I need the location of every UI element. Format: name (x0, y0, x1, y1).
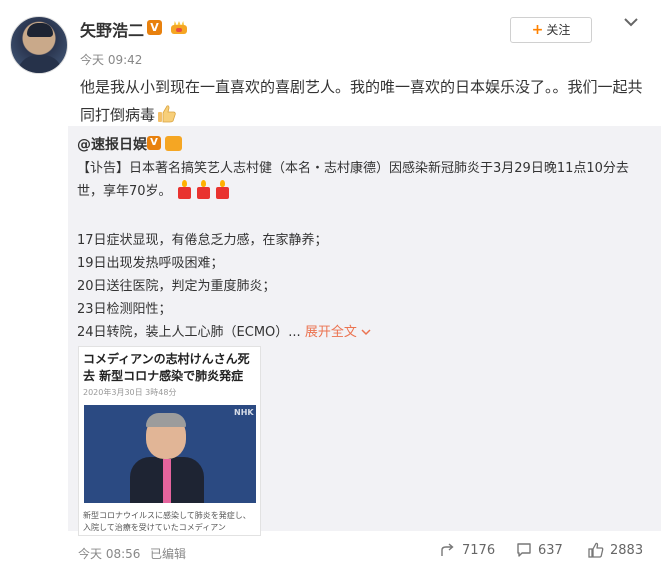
vip-crown-icon (170, 19, 188, 36)
repost-timestamp[interactable]: 今天 08:56 (78, 545, 140, 562)
chevron-down-icon[interactable] (622, 14, 640, 28)
follow-button[interactable]: + 关注 (510, 17, 592, 43)
repost-body-text: 【讣告】日本著名搞笑艺人志村健（本名・志村康德）因感染新冠肺炎于3月29日晚11… (77, 161, 629, 199)
chevron-down-icon (361, 329, 371, 336)
repost-author-name[interactable]: @速报日娱 (77, 134, 147, 154)
repost-body-container: 【讣告】日本著名搞笑艺人志村健（本名・志村康德）因感染新冠肺炎于3月29日晚11… (77, 157, 647, 203)
edited-label[interactable]: 已编辑 (150, 545, 186, 562)
like-count: 2883 (610, 543, 644, 558)
nhk-watermark: NHK (234, 408, 254, 417)
photo-hair (146, 413, 186, 427)
weibo-post-card: 矢野浩二 V 今天 09:42 + 关注 他是我从小到现在一直喜欢的喜剧艺人。我的… (0, 0, 661, 577)
expand-label: 展开全文 (304, 325, 357, 340)
post-text-container: 他是我从小到现在一直喜欢的喜剧艺人。我的唯一喜欢的日本娱乐没了。。我们一起共同打… (80, 73, 645, 129)
candle-emoji-icon (214, 180, 231, 199)
avatar-cap (27, 23, 53, 37)
post-footer: 今天 08:56 已编辑 7176 637 2883 (0, 531, 661, 577)
expand-full-text-link[interactable]: 展开全文 (305, 325, 371, 340)
timeline-line: 20日送往医院，判定为重度肺炎； (77, 279, 276, 294)
repost-verified-icon: V (147, 136, 161, 150)
candle-emoji-icon (195, 180, 212, 199)
forward-count: 7176 (462, 543, 496, 558)
user-avatar[interactable] (10, 16, 68, 74)
news-photo: NHK (84, 405, 256, 503)
avatar-body (17, 55, 63, 73)
comment-button[interactable]: 637 (516, 539, 563, 563)
follow-label: 关注 (546, 23, 571, 37)
comment-count: 637 (538, 543, 563, 558)
crown-gem (176, 28, 182, 32)
news-screenshot-image[interactable]: コメディアンの志村けんさん死去 新型コロナ感染で肺炎発症 2020年3月30日 … (78, 346, 261, 536)
news-headline: コメディアンの志村けんさん死去 新型コロナ感染で肺炎発症 (83, 352, 250, 383)
verified-icon: V (147, 20, 162, 35)
timeline-line-last: 24日转院，装上人工心肺（ECMO）... 展开全文 (77, 321, 371, 340)
timeline-line: 17日症状显现，有倦怠乏力感，在家静养； (77, 233, 328, 248)
candle-emoji-icon (176, 180, 193, 199)
repost-vip-badge-icon (165, 136, 182, 151)
thumbs-up-emoji-icon (157, 104, 177, 123)
forward-button[interactable]: 7176 (440, 539, 495, 563)
post-author-name[interactable]: 矢野浩二 (80, 17, 144, 41)
timeline-line: 23日检测阳性； (77, 302, 172, 317)
photo-tie (163, 459, 171, 503)
thumbs-up-icon (588, 542, 604, 558)
timeline-line: 19日出现发热呼吸困难； (77, 256, 224, 271)
plus-icon: + (531, 22, 544, 38)
news-date: 2020年3月30日 3時48分 (83, 388, 177, 397)
like-button[interactable]: 2883 (588, 539, 643, 563)
comment-icon (517, 543, 531, 557)
forward-icon (441, 543, 454, 556)
post-timestamp[interactable]: 今天 09:42 (80, 51, 142, 68)
timeline-text: 24日转院，装上人工心肺（ECMO）... (77, 325, 301, 340)
